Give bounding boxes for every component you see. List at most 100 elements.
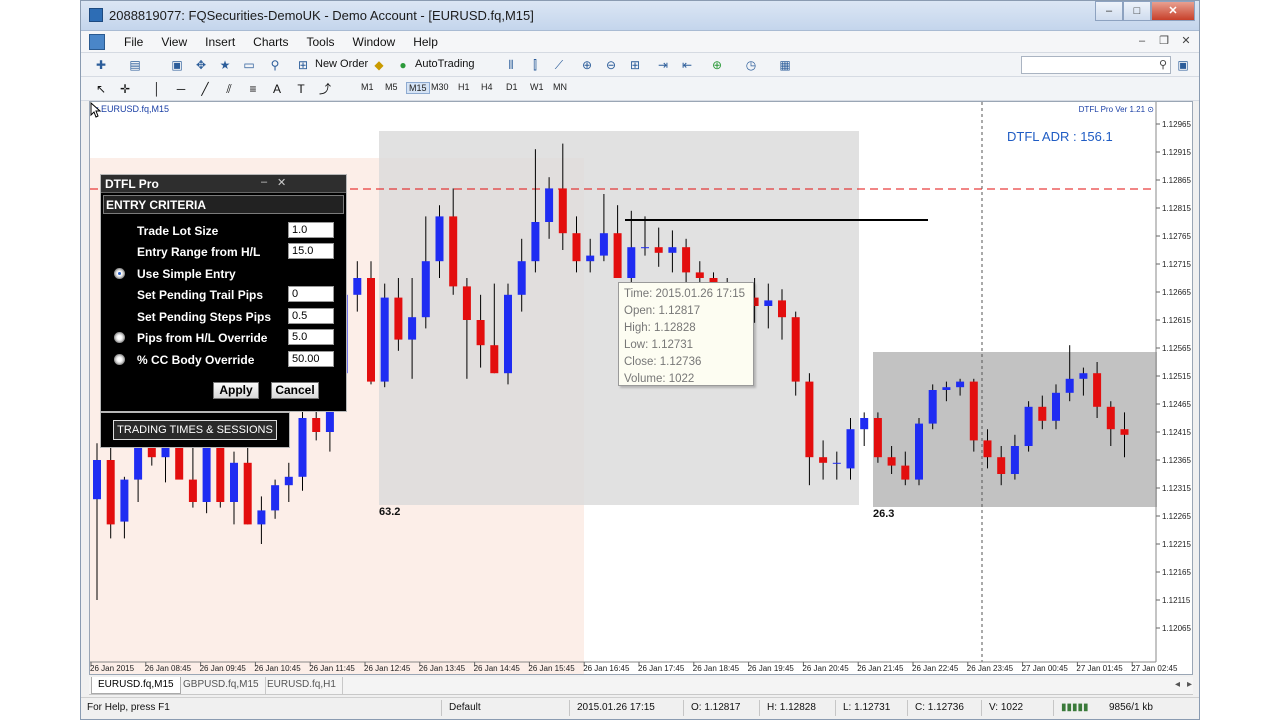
terminal-icon[interactable]: ▭ (241, 57, 257, 73)
candle-body[interactable] (93, 460, 101, 500)
timeframe-h1[interactable]: H1 (458, 82, 470, 92)
tab-eurusd-m15[interactable]: EURUSD.fq,M15 (91, 677, 181, 694)
candle-body[interactable] (860, 418, 869, 430)
candle-body[interactable] (956, 381, 965, 388)
new-chart-icon[interactable]: ✚ (93, 57, 109, 73)
new-order-icon[interactable]: ⊞ (295, 57, 311, 73)
bar-chart-icon[interactable]: ⫴ (503, 57, 519, 73)
crosshair-icon[interactable]: ✛ (117, 81, 133, 97)
timeframe-m1[interactable]: M1 (361, 82, 374, 92)
minimize-button[interactable]: – (1095, 1, 1123, 21)
candle-body[interactable] (1093, 373, 1102, 407)
candle-body[interactable] (1010, 446, 1019, 474)
timeframe-m15[interactable]: M15 (406, 82, 430, 94)
tab-gbpusd-m15[interactable]: GBPUSD.fq,M15 (177, 677, 266, 694)
candle-body[interactable] (367, 278, 375, 382)
candle-body[interactable] (462, 286, 471, 320)
timeframe-m5[interactable]: M5 (385, 82, 398, 92)
candle-body[interactable] (764, 300, 773, 306)
candle-body[interactable] (613, 233, 622, 278)
candle-body[interactable] (271, 485, 280, 511)
candle-body[interactable] (1079, 373, 1088, 379)
candle-body[interactable] (928, 390, 937, 424)
menu-charts[interactable]: Charts (244, 35, 297, 49)
candle-body[interactable] (435, 216, 444, 262)
candle-body[interactable] (969, 381, 978, 441)
candle-body[interactable] (188, 479, 197, 502)
candle-body[interactable] (298, 418, 307, 477)
text-icon[interactable]: A (269, 81, 285, 97)
candle-body[interactable] (695, 272, 704, 278)
use-simple-entry-radio[interactable] (114, 268, 125, 279)
panel-minimize-button[interactable]: – (261, 176, 267, 188)
tabs-scroll-right-icon[interactable]: ▸ (1181, 677, 1198, 694)
indicators-icon[interactable]: ⊕ (709, 57, 725, 73)
candle-body[interactable] (558, 188, 567, 234)
candle-body[interactable] (887, 457, 896, 466)
menu-window[interactable]: Window (344, 35, 405, 49)
candle-body[interactable] (531, 222, 540, 262)
candle-body[interactable] (778, 300, 786, 318)
timeframe-w1[interactable]: W1 (530, 82, 544, 92)
fibonacci-icon[interactable]: ≡ (245, 81, 261, 97)
equidistant-channel-icon[interactable]: ⫽ (221, 81, 237, 97)
auto-scroll-icon[interactable]: ⇥ (655, 57, 671, 73)
cancel-button[interactable]: Cancel (271, 382, 319, 399)
market-watch-icon[interactable]: ▣ (169, 57, 185, 73)
candle-body[interactable] (120, 479, 129, 522)
menu-help[interactable]: Help (404, 35, 447, 49)
candle-body[interactable] (1052, 392, 1060, 421)
candlestick-chart-icon[interactable]: ⫿ (527, 57, 543, 73)
candle-body[interactable] (983, 440, 992, 458)
timeframe-m30[interactable]: M30 (431, 82, 449, 92)
cursor-icon[interactable]: ↖ (93, 81, 109, 97)
entry-range-input[interactable]: 15.0 (288, 243, 334, 259)
menu-file[interactable]: File (115, 35, 152, 49)
candle-body[interactable] (586, 255, 595, 262)
candle-body[interactable] (517, 261, 526, 295)
zoom-in-icon[interactable]: ⊕ (579, 57, 595, 73)
chart-window-icon[interactable] (89, 34, 105, 50)
vertical-line-icon[interactable]: │ (149, 81, 165, 97)
candle-body[interactable] (873, 418, 882, 458)
candle-body[interactable] (312, 418, 321, 432)
candle-body[interactable] (668, 247, 677, 253)
cc-body-override-radio[interactable] (114, 354, 125, 365)
maximize-button[interactable]: □ (1123, 1, 1151, 21)
candle-body[interactable] (449, 216, 458, 287)
candle-body[interactable] (380, 297, 389, 382)
panel-header[interactable]: DTFL Pro – ✕ (101, 175, 346, 193)
menu-view[interactable]: View (152, 35, 196, 49)
candle-body[interactable] (1120, 429, 1129, 435)
candle-body[interactable] (1024, 406, 1033, 446)
timeframe-h4[interactable]: H4 (481, 82, 493, 92)
candle-body[interactable] (353, 278, 362, 295)
menu-tools[interactable]: Tools (298, 35, 344, 49)
strategy-tester-icon[interactable]: ⚲ (267, 57, 283, 73)
mdi-close-button[interactable]: ✕ (1177, 34, 1195, 50)
candle-body[interactable] (846, 429, 855, 469)
trading-times-sessions-button[interactable]: TRADING TIMES & SESSIONS (113, 420, 277, 440)
search-input[interactable]: ⚲ (1021, 56, 1171, 74)
chart-shift-icon[interactable]: ⇤ (679, 57, 695, 73)
cc-body-override-input[interactable]: 50.00 (288, 351, 334, 367)
candle-body[interactable] (1038, 406, 1047, 421)
templates-icon[interactable]: ▦ (777, 57, 793, 73)
candle-body[interactable] (490, 345, 499, 374)
trendline-icon[interactable]: ╱ (197, 81, 213, 97)
pending-trail-pips-input[interactable]: 0 (288, 286, 334, 302)
zoom-out-icon[interactable]: ⊖ (603, 57, 619, 73)
periods-icon[interactable]: ◷ (743, 57, 759, 73)
candle-body[interactable] (408, 317, 417, 340)
pips-override-radio[interactable] (114, 332, 125, 343)
timeframe-d1[interactable]: D1 (506, 82, 518, 92)
candle-body[interactable] (230, 462, 238, 502)
horizontal-line-icon[interactable]: ─ (173, 81, 189, 97)
data-window-icon[interactable]: ✥ (193, 57, 209, 73)
pips-override-input[interactable]: 5.0 (288, 329, 334, 345)
candle-body[interactable] (997, 457, 1006, 474)
new-order-button[interactable]: New Order (315, 58, 368, 70)
timeframe-mn[interactable]: MN (553, 82, 567, 92)
candle-body[interactable] (942, 387, 951, 390)
candle-body[interactable] (1065, 378, 1074, 393)
